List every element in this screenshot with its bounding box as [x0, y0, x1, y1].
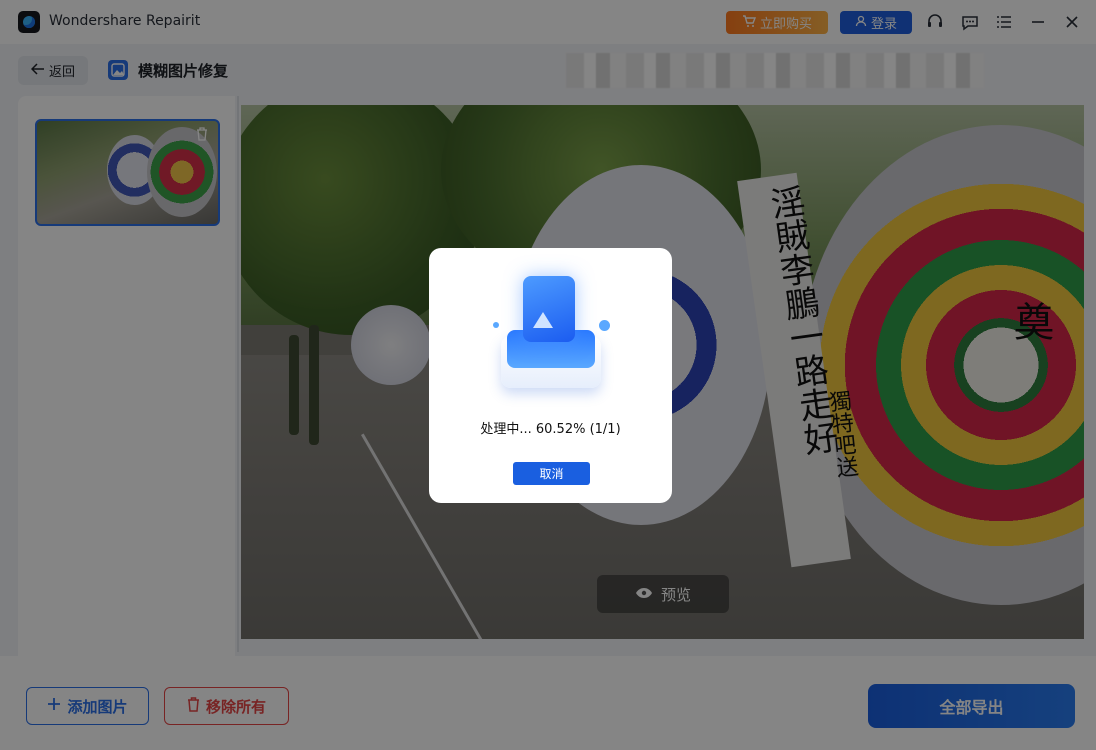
- processing-dialog: 处理中... 60.52% (1/1) 取消: [429, 248, 672, 503]
- cancel-button[interactable]: 取消: [513, 462, 590, 485]
- processing-illustration-icon: [493, 270, 610, 394]
- illustration-dot: [599, 320, 610, 331]
- processing-status: 处理中... 60.52% (1/1): [480, 422, 621, 437]
- illustration-image-card: [523, 276, 575, 342]
- illustration-dot: [493, 322, 499, 328]
